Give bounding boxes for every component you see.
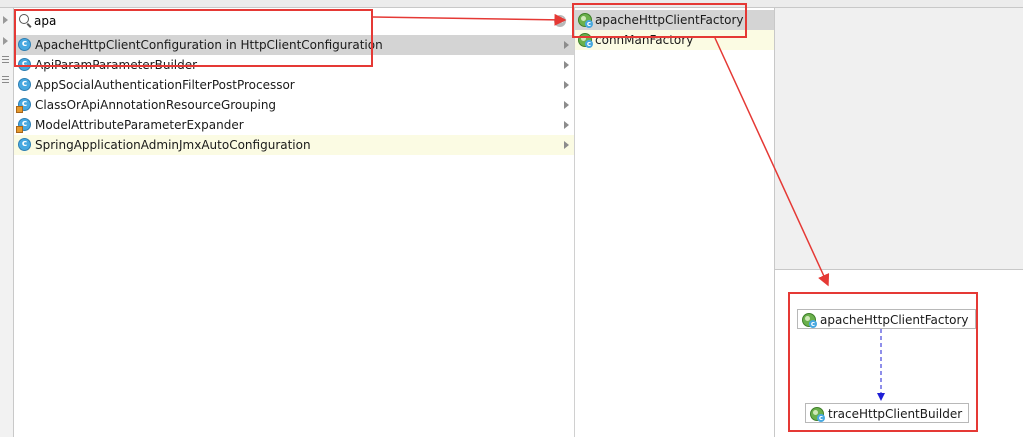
class-list-item[interactable]: c ClassOrApiAnnotationResourceGrouping [14,95,574,115]
bean-list-panel [575,8,775,437]
class-icon: c [18,138,31,151]
component-class-icon: c [16,98,31,113]
chevron-right-icon[interactable] [564,141,569,149]
chevron-right-icon[interactable] [564,81,569,89]
left-toolstrip [0,8,14,437]
clear-icon[interactable]: × [554,15,566,27]
component-class-icon: c [16,118,31,133]
chevron-right-icon[interactable] [564,41,569,49]
list-icon[interactable] [2,76,9,83]
annotation-box-search [14,9,373,67]
chevron-right-icon[interactable] [564,61,569,69]
class-list-item-label: ClassOrApiAnnotationResourceGrouping [35,98,277,112]
class-list-item-label: ModelAttributeParameterExpander [35,118,244,132]
class-list-item-label: SpringApplicationAdminJmxAutoConfigurati… [35,138,311,152]
class-icon: c [18,78,31,91]
chevron-right-icon[interactable] [564,101,569,109]
class-list-item[interactable]: c ModelAttributeParameterExpander [14,115,574,135]
detail-panel [775,8,1023,270]
list-icon[interactable] [2,56,9,63]
top-border [0,0,1023,8]
class-list-item[interactable]: c AppSocialAuthenticationFilterPostProce… [14,75,574,95]
class-list-item[interactable]: c SpringApplicationAdminJmxAutoConfigura… [14,135,574,155]
expand-arrow-icon[interactable] [3,16,8,24]
annotation-box-diagram [788,292,978,432]
expand-arrow-icon[interactable] [3,37,8,45]
chevron-right-icon[interactable] [564,121,569,129]
class-list-item-label: AppSocialAuthenticationFilterPostProcess… [35,78,295,92]
annotation-box-bean [572,3,747,38]
